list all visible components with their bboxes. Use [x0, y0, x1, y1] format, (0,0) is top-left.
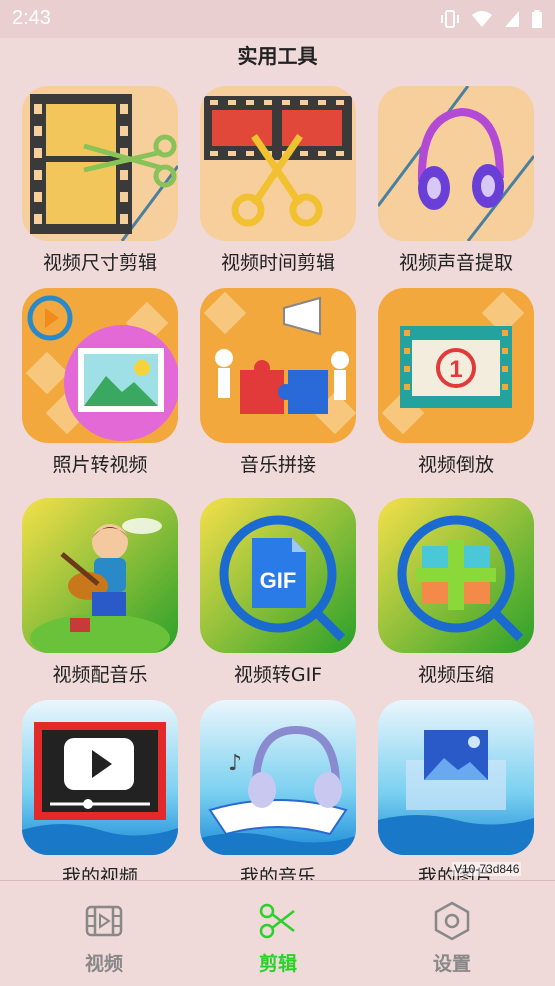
nav-label-edit: 剪辑 [258, 953, 297, 975]
puzzle-icon [200, 288, 356, 443]
tool-grid: 视频尺寸剪辑 视频时间剪辑 视频声音提取 照片转视频 音乐拼接 1 视频倒放 视… [0, 86, 555, 880]
battery-icon [532, 10, 542, 28]
tool-label: 视频尺寸剪辑 [42, 252, 157, 274]
tool-label: 视频转GIF [233, 664, 323, 686]
bottom-nav: 视频 剪辑 设置 [0, 880, 555, 986]
my-picture-icon [378, 700, 534, 855]
tool-video-to-gif[interactable]: GIF 视频转GIF [200, 498, 356, 686]
my-video-icon [22, 700, 178, 855]
tool-my-music[interactable]: ♪ 我的音乐 [200, 700, 356, 880]
tool-label: 音乐拼接 [239, 454, 316, 476]
photo-video-icon [22, 288, 178, 443]
tool-music-merge[interactable]: 音乐拼接 [200, 288, 356, 476]
wifi-icon [472, 11, 492, 27]
tool-label: 视频声音提取 [398, 252, 513, 274]
nav-label-video: 视频 [84, 953, 123, 975]
status-time: 2:43 [12, 7, 51, 29]
tool-label: 视频倒放 [417, 454, 494, 476]
film-scissors-icon [22, 86, 178, 241]
svg-text:GIF: GIF [260, 568, 297, 593]
boy-guitar-icon [22, 498, 178, 653]
nav-tab-edit[interactable]: 剪辑 [228, 901, 328, 976]
tool-label: 视频配音乐 [52, 664, 148, 686]
film-cut-icon [200, 86, 356, 241]
status-icons [439, 9, 543, 29]
headphones-icon [378, 86, 534, 241]
status-bar: 2:43 [0, 0, 555, 38]
nav-tab-settings[interactable]: 设置 [402, 901, 502, 976]
tool-video-add-music[interactable]: 视频配音乐 [22, 498, 178, 686]
tool-video-reverse[interactable]: 1 视频倒放 [378, 288, 534, 476]
nav-tab-video[interactable]: 视频 [54, 901, 154, 976]
tool-label: 视频时间剪辑 [220, 252, 335, 274]
tool-video-compress[interactable]: 视频压缩 [378, 498, 534, 686]
tool-my-picture[interactable]: 我的图片 [378, 700, 534, 880]
tool-audio-extract[interactable]: 视频声音提取 [378, 86, 534, 274]
tool-video-size-crop[interactable]: 视频尺寸剪辑 [22, 86, 178, 274]
nav-label-settings: 设置 [432, 953, 471, 975]
tool-label: 照片转视频 [52, 454, 148, 476]
tool-photo-to-video[interactable]: 照片转视频 [22, 288, 178, 476]
svg-text:♪: ♪ [228, 751, 242, 776]
settings-hexagon-icon [434, 901, 470, 941]
gif-file-icon: GIF [200, 498, 356, 653]
my-music-icon: ♪ [200, 700, 356, 855]
tool-my-video[interactable]: 我的视频 [22, 700, 178, 880]
film-icon [85, 905, 123, 937]
signal-icon [505, 11, 519, 27]
svg-text:1: 1 [449, 356, 462, 383]
tool-label: 我的音乐 [239, 866, 316, 880]
tool-label: 视频压缩 [417, 664, 494, 686]
page-title: 实用工具 [237, 44, 318, 68]
version-watermark: V10-73d846 [452, 862, 522, 876]
tool-video-time-cut[interactable]: 视频时间剪辑 [200, 86, 356, 274]
vibrate-icon [441, 10, 459, 28]
compress-icon [378, 498, 534, 653]
film-countdown-icon: 1 [378, 288, 534, 443]
scissors-icon [259, 903, 295, 939]
tool-label: 我的视频 [61, 866, 138, 880]
